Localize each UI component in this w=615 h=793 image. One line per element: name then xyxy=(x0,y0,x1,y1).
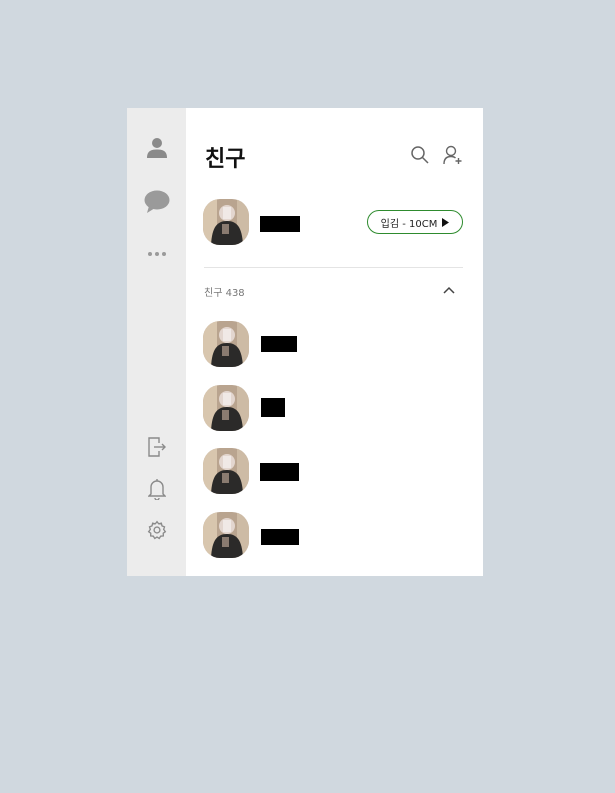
bell-icon xyxy=(147,479,166,500)
my-profile-avatar[interactable] xyxy=(203,199,249,245)
sidebar-item-friends[interactable] xyxy=(127,132,186,164)
friend-avatar xyxy=(203,385,249,431)
add-friend-icon xyxy=(443,145,462,165)
friend-name xyxy=(261,398,285,417)
friend-list-item[interactable] xyxy=(186,314,483,372)
search-button[interactable] xyxy=(409,144,431,166)
friends-window: 친구 입김 - 10CM 친구 438 xyxy=(127,108,483,576)
friend-list-item[interactable] xyxy=(186,378,483,436)
person-icon xyxy=(146,138,167,158)
sidebar-logout-button[interactable] xyxy=(127,431,186,463)
my-profile-name xyxy=(260,216,300,232)
sidebar-settings-button[interactable] xyxy=(127,514,186,546)
sidebar-item-more[interactable] xyxy=(127,238,186,270)
friends-count-label: 친구 438 xyxy=(204,288,245,299)
more-dots-icon xyxy=(147,252,166,256)
logout-icon xyxy=(147,437,166,457)
friend-avatar xyxy=(203,321,249,367)
page-title: 친구 xyxy=(205,147,246,172)
sidebar xyxy=(127,108,186,576)
friend-list-item[interactable] xyxy=(186,506,483,564)
divider xyxy=(204,267,463,268)
gear-icon xyxy=(147,520,166,540)
chevron-up-icon xyxy=(443,286,455,294)
friend-avatar xyxy=(203,512,249,558)
friend-avatar xyxy=(203,448,249,494)
add-friend-button[interactable] xyxy=(442,144,464,166)
chat-bubble-icon xyxy=(144,190,169,213)
profile-music-button[interactable]: 입김 - 10CM xyxy=(367,210,463,234)
collapse-friends-button[interactable] xyxy=(440,282,458,298)
sidebar-notifications-button[interactable] xyxy=(127,473,186,505)
music-title: 입김 - 10CM xyxy=(380,218,438,230)
search-icon xyxy=(411,146,429,164)
main-panel: 친구 입김 - 10CM 친구 438 xyxy=(186,108,483,576)
play-icon xyxy=(442,217,450,227)
sidebar-item-chats[interactable] xyxy=(127,186,186,218)
friend-list-item[interactable] xyxy=(186,442,483,500)
friend-name xyxy=(261,529,299,545)
friend-name xyxy=(261,336,297,352)
friend-name xyxy=(260,463,299,481)
